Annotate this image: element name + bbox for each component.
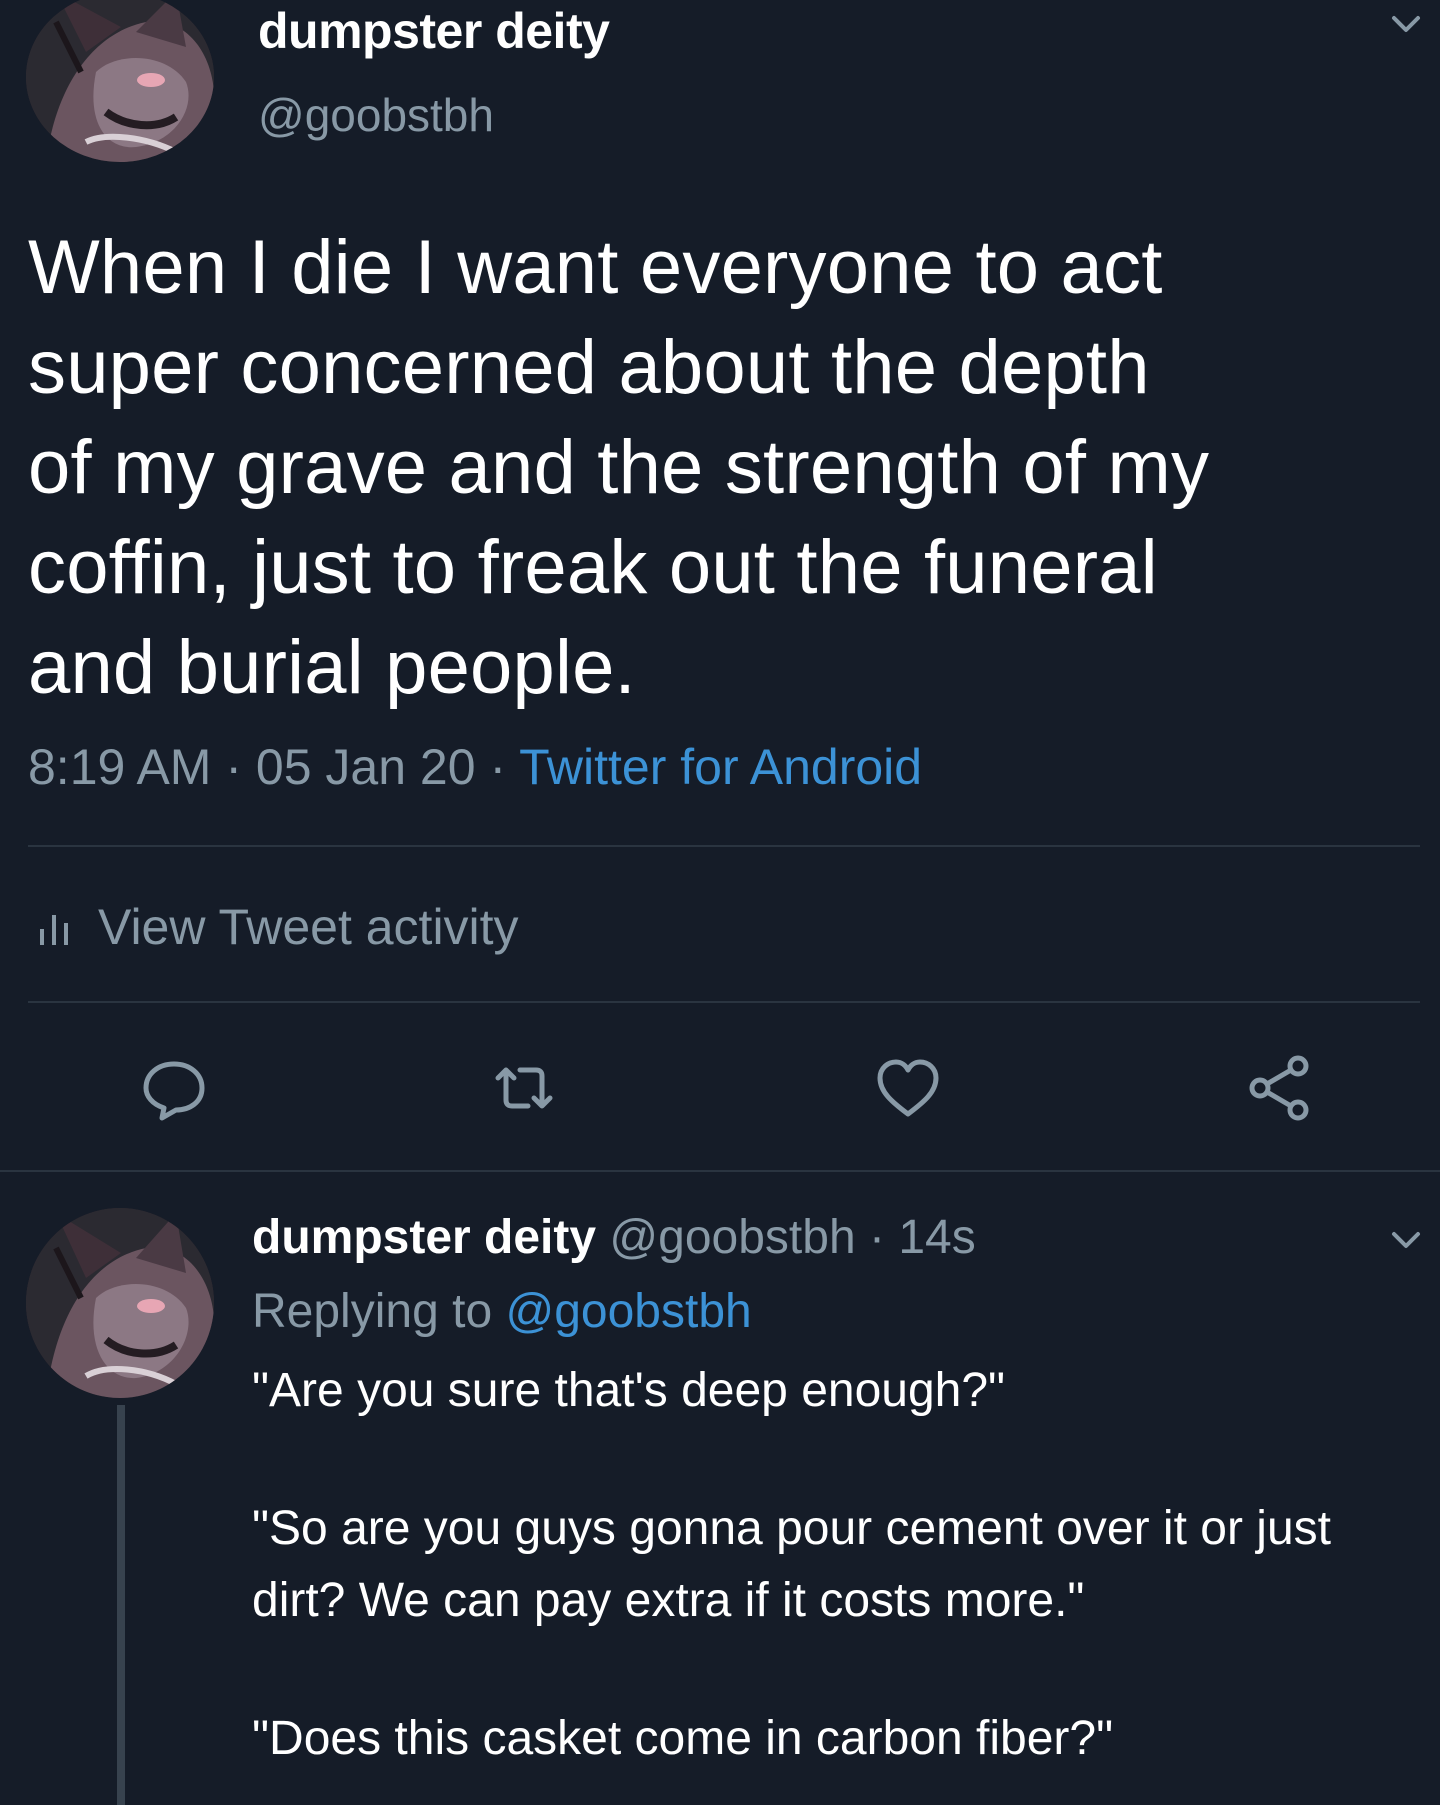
author-handle[interactable]: @goobstbh — [258, 88, 494, 142]
replying-to-line: Replying to @goobstbh — [252, 1284, 752, 1339]
avatar[interactable] — [26, 0, 214, 162]
author-display-name[interactable]: dumpster deity — [258, 2, 610, 60]
share-nodes-icon — [1249, 1055, 1309, 1121]
divider — [0, 1170, 1440, 1172]
reply-text: "Are you sure that's deep enough?" "So a… — [252, 1355, 1422, 1775]
replying-to-label: Replying to — [252, 1285, 493, 1338]
reply-paragraph: "So are you guys gonna pour cement over … — [252, 1502, 1331, 1627]
like-button[interactable] — [872, 1052, 944, 1124]
comment-bubble-icon — [143, 1061, 205, 1121]
view-tweet-activity-label: View Tweet activity — [98, 899, 519, 955]
retweet-button[interactable] — [488, 1052, 560, 1124]
retweet-icon — [495, 1067, 553, 1109]
chevron-down-icon — [1392, 16, 1420, 32]
meta-separator: · — [225, 739, 243, 795]
avatar[interactable] — [26, 1208, 214, 1398]
reply-timestamp[interactable]: 14s — [898, 1211, 975, 1264]
reply-author-display-name[interactable]: dumpster deity — [252, 1211, 596, 1264]
meta-separator: · — [868, 1211, 885, 1264]
chevron-down-icon — [1392, 1232, 1420, 1248]
tweet-detail-page: dumpster deity @goobstbh When I die I wa… — [0, 0, 1440, 1805]
tweet-date[interactable]: 05 Jan 20 — [256, 739, 476, 795]
reply-paragraph: "Are you sure that's deep enough?" — [252, 1364, 1006, 1417]
view-tweet-activity-link[interactable]: View Tweet activity — [36, 898, 519, 956]
bar-chart-icon — [40, 915, 68, 945]
share-button[interactable] — [1244, 1052, 1316, 1124]
avatar-wolf-illustration — [26, 0, 214, 162]
reply-menu-button[interactable] — [1388, 1222, 1424, 1258]
heart-icon — [877, 1059, 939, 1117]
divider — [28, 1001, 1420, 1003]
tweet-time[interactable]: 8:19 AM — [28, 739, 211, 795]
avatar-wolf-illustration — [26, 1208, 214, 1398]
replying-to-mention-link[interactable]: @goobstbh — [505, 1285, 751, 1338]
thread-connector-line — [117, 1405, 125, 1805]
tweet-meta: 8:19 AM · 05 Jan 20 · Twitter for Androi… — [28, 738, 922, 796]
meta-separator: · — [489, 739, 507, 795]
tweet-source-link[interactable]: Twitter for Android — [519, 739, 922, 795]
reply-button[interactable] — [138, 1052, 210, 1124]
divider — [28, 845, 1420, 847]
tweet-menu-button[interactable] — [1388, 6, 1424, 42]
reply-paragraph: "Does this casket come in carbon fiber?" — [252, 1712, 1114, 1765]
reply-author-handle[interactable]: @goobstbh — [609, 1211, 855, 1264]
tweet-text: When I die I want everyone to act super … — [28, 225, 1210, 710]
reply-header: dumpster deity @goobstbh · 14s — [252, 1210, 976, 1265]
